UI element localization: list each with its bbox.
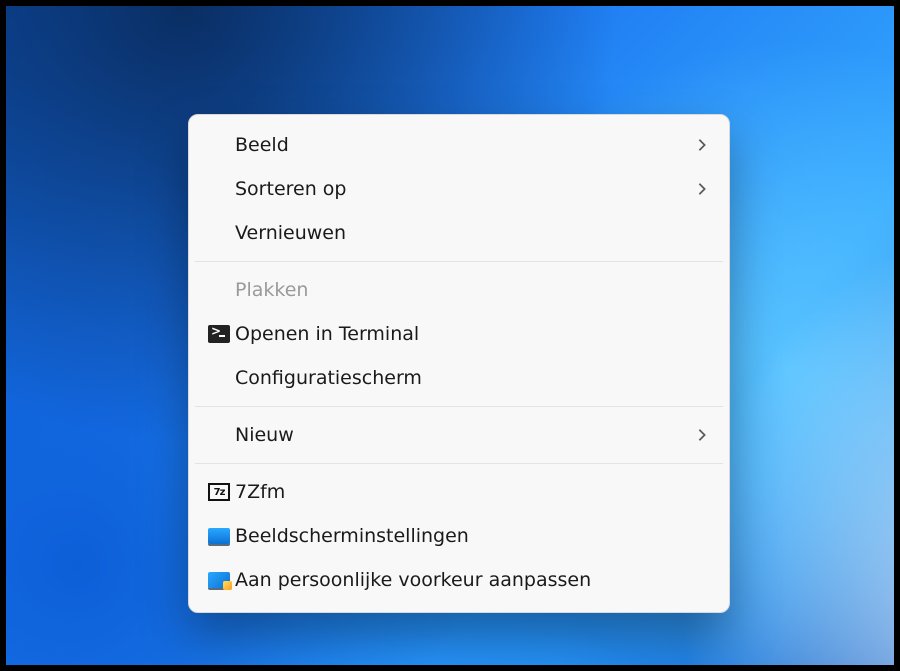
desktop-wallpaper[interactable]: Beeld Sorteren op Vernieuwen Plakken Ope… bbox=[0, 0, 900, 671]
menu-item-label: Nieuw bbox=[235, 424, 695, 446]
menu-item-refresh[interactable]: Vernieuwen bbox=[189, 211, 729, 255]
menu-item-paste: Plakken bbox=[189, 268, 729, 312]
display-icon bbox=[203, 528, 235, 544]
menu-item-label: Aan persoonlijke voorkeur aanpassen bbox=[235, 569, 709, 591]
menu-item-personalize[interactable]: Aan persoonlijke voorkeur aanpassen bbox=[189, 558, 729, 602]
menu-item-label: Beeldscherminstellingen bbox=[235, 525, 709, 547]
terminal-icon bbox=[203, 325, 235, 343]
context-menu: Beeld Sorteren op Vernieuwen Plakken Ope… bbox=[188, 114, 730, 613]
7z-icon: 7z bbox=[203, 483, 235, 501]
menu-item-label: Openen in Terminal bbox=[235, 323, 709, 345]
menu-separator bbox=[195, 406, 723, 407]
menu-item-label: Beeld bbox=[235, 134, 695, 156]
menu-item-display-settings[interactable]: Beeldscherminstellingen bbox=[189, 514, 729, 558]
chevron-right-icon bbox=[695, 182, 709, 196]
menu-item-label: Configuratiescherm bbox=[235, 367, 709, 389]
menu-item-sort-by[interactable]: Sorteren op bbox=[189, 167, 729, 211]
chevron-right-icon bbox=[695, 428, 709, 442]
chevron-right-icon bbox=[695, 138, 709, 152]
menu-item-7zfm[interactable]: 7z 7Zfm bbox=[189, 470, 729, 514]
menu-item-open-in-terminal[interactable]: Openen in Terminal bbox=[189, 312, 729, 356]
menu-item-label: Plakken bbox=[235, 279, 709, 301]
menu-item-view[interactable]: Beeld bbox=[189, 123, 729, 167]
menu-separator bbox=[195, 463, 723, 464]
menu-separator bbox=[195, 261, 723, 262]
menu-item-label: Sorteren op bbox=[235, 178, 695, 200]
menu-item-control-panel[interactable]: Configuratiescherm bbox=[189, 356, 729, 400]
menu-item-new[interactable]: Nieuw bbox=[189, 413, 729, 457]
menu-item-label: Vernieuwen bbox=[235, 222, 709, 244]
personalize-icon bbox=[203, 572, 235, 588]
menu-item-label: 7Zfm bbox=[235, 481, 709, 503]
